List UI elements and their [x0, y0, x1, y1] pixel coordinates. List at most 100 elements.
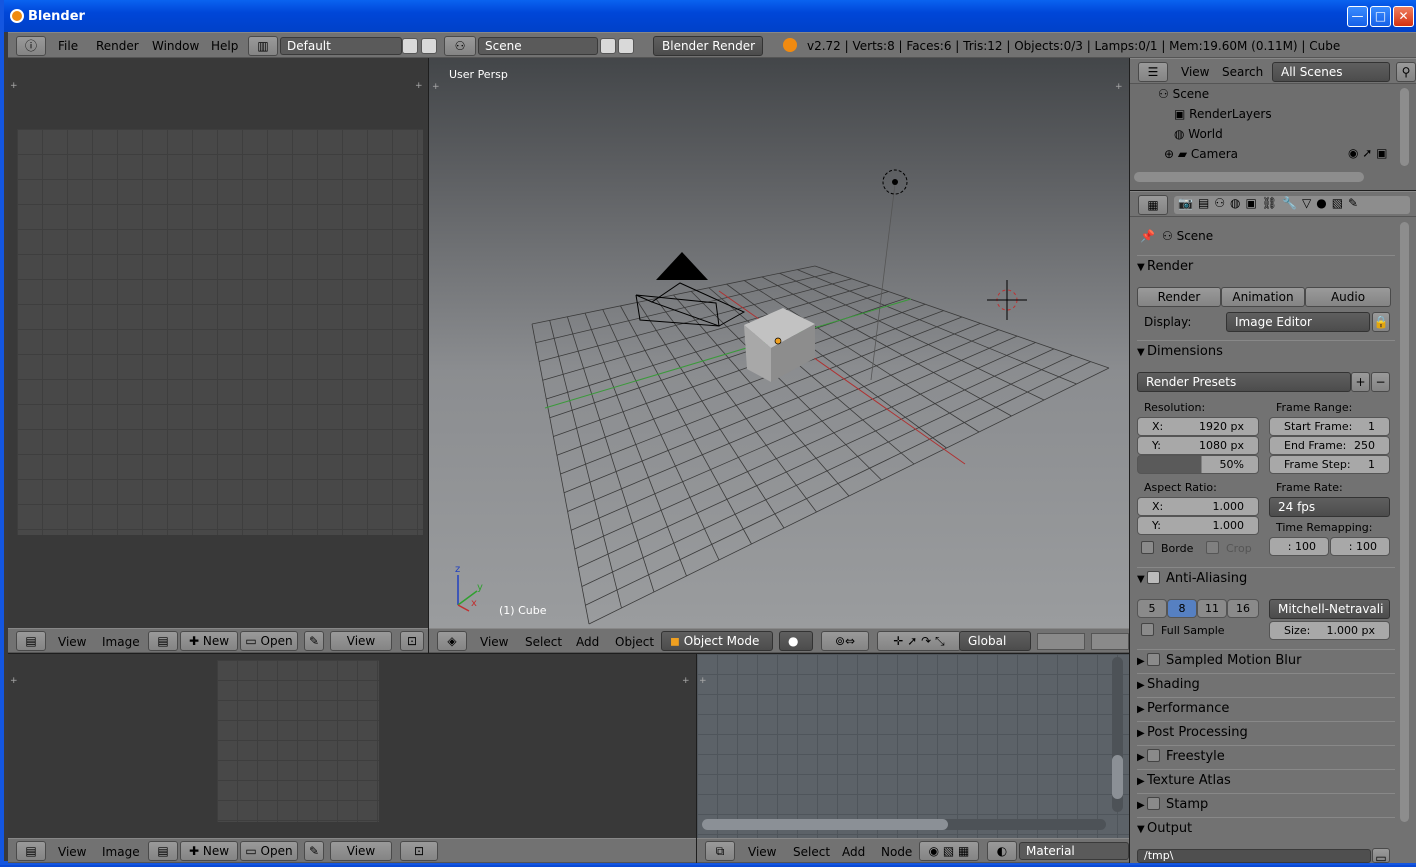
area-divider[interactable] — [696, 654, 697, 863]
layout-field[interactable]: Default — [280, 37, 402, 55]
pivot-select[interactable]: ⊚⇔ — [821, 631, 869, 651]
section-shading[interactable]: ▶ Shading — [1137, 673, 1395, 695]
outliner-item-renderlayers[interactable]: ▣ RenderLayers — [1174, 107, 1272, 121]
node-editor[interactable] — [697, 654, 1129, 838]
h-scrollbar[interactable] — [702, 819, 1106, 830]
open-image-button[interactable]: ▭ Open — [240, 631, 298, 651]
shading-select[interactable]: ● — [779, 631, 813, 651]
area-split-icon[interactable]: + — [415, 82, 424, 91]
open-image-button[interactable]: ▭ Open — [240, 841, 298, 861]
aa-checkbox[interactable] — [1147, 571, 1160, 584]
border-checkbox[interactable] — [1141, 541, 1154, 554]
properties-scrollbar[interactable] — [1400, 222, 1409, 822]
add-preset-icon[interactable]: + — [1351, 372, 1370, 392]
resolution-x-field[interactable]: X: 1920 px — [1137, 417, 1259, 436]
end-frame-field[interactable]: End Frame: 250 — [1269, 436, 1390, 455]
aa-8-button[interactable]: 8 — [1167, 599, 1197, 618]
image-browse-icon[interactable]: ▤ — [148, 631, 178, 651]
render-button[interactable]: Render — [1137, 287, 1221, 307]
pivot-icon[interactable]: ⊡ — [400, 631, 424, 651]
view-mode-select[interactable]: View — [330, 631, 392, 651]
aspect-x-field[interactable]: X: 1.000 — [1137, 497, 1259, 516]
menu-image[interactable]: Image — [102, 839, 140, 866]
area-split-icon[interactable]: + — [10, 82, 19, 91]
close-button[interactable]: ✕ — [1393, 6, 1414, 27]
crop-checkbox[interactable] — [1206, 541, 1219, 554]
3d-viewport[interactable]: User Persp (1) Cube z y x + + — [429, 58, 1129, 628]
aspect-y-field[interactable]: Y: 1.000 — [1137, 516, 1259, 535]
new-image-button[interactable]: ✚ New — [180, 631, 238, 651]
maximize-button[interactable]: □ — [1370, 6, 1391, 27]
editor-type-icon[interactable]: ▤ — [16, 631, 46, 651]
editor-type-outliner-icon[interactable]: ☰ — [1138, 62, 1168, 82]
view-mode-select[interactable]: View — [330, 841, 392, 861]
folder-icon[interactable]: ▭ — [1372, 848, 1390, 865]
minimize-button[interactable]: — — [1347, 6, 1368, 27]
layers-grid[interactable] — [1037, 633, 1085, 650]
editor-type-node-icon[interactable]: ⧉ — [705, 841, 735, 861]
remove-scene-icon[interactable] — [618, 38, 634, 54]
image-browse-icon[interactable]: ▤ — [148, 841, 178, 861]
editor-type-3d-icon[interactable]: ◈ — [437, 631, 467, 651]
section-freestyle[interactable]: ▶ Freestyle — [1137, 745, 1395, 767]
outliner-filter-select[interactable]: All Scenes — [1272, 62, 1390, 82]
pin-icon[interactable]: 📌 — [1140, 229, 1155, 243]
properties-tabs[interactable]: 📷▤⚇◍▣⛓🔧▽●▧✎ — [1174, 196, 1410, 214]
menu-view[interactable]: View — [480, 629, 508, 656]
editor-type-info-icon[interactable]: ⓘ — [16, 36, 46, 56]
menu-object[interactable]: Object — [615, 629, 654, 656]
aa-5-button[interactable]: 5 — [1137, 599, 1167, 618]
section-checkbox[interactable] — [1147, 653, 1160, 666]
v-scrollbar[interactable] — [1112, 657, 1123, 812]
area-split-icon[interactable]: + — [699, 677, 708, 686]
frame-step-field[interactable]: Frame Step: 1 — [1269, 455, 1390, 474]
section-texture-atlas[interactable]: ▶ Texture Atlas — [1137, 769, 1395, 791]
remove-layout-icon[interactable] — [421, 38, 437, 54]
menu-image[interactable]: Image — [102, 629, 140, 656]
output-path-field[interactable]: /tmp\ — [1137, 849, 1371, 863]
editor-type-icon[interactable]: ▤ — [16, 841, 46, 861]
pivot-icon[interactable]: ⊡ — [400, 841, 438, 861]
audio-button[interactable]: Audio — [1305, 287, 1391, 307]
orientation-select[interactable]: Global — [959, 631, 1031, 651]
outliner-item-camera[interactable]: ⊕ ▰ Camera — [1164, 147, 1238, 161]
aa-11-button[interactable]: 11 — [1197, 599, 1227, 618]
menu-view[interactable]: View — [58, 839, 86, 866]
visibility-eye-icon[interactable]: ◉ ➚ ▣ — [1348, 146, 1388, 160]
menu-view[interactable]: View — [58, 629, 86, 656]
area-divider[interactable] — [1130, 190, 1416, 191]
render-presets-select[interactable]: Render Presets — [1137, 372, 1351, 392]
resolution-y-field[interactable]: Y: 1080 px — [1137, 436, 1259, 455]
section-checkbox[interactable] — [1147, 749, 1160, 762]
section-post-processing[interactable]: ▶ Post Processing — [1137, 721, 1395, 743]
layers-grid[interactable] — [1091, 633, 1129, 650]
menu-search[interactable]: Search — [1222, 59, 1263, 86]
filter-size-field[interactable]: Size: 1.000 px — [1269, 621, 1390, 640]
layout-icon[interactable]: ▥ — [248, 36, 278, 56]
outliner-item-scene[interactable]: ⚇ Scene — [1158, 87, 1209, 101]
full-sample-checkbox[interactable] — [1141, 623, 1154, 636]
menu-add[interactable]: Add — [842, 839, 865, 866]
add-scene-icon[interactable] — [600, 38, 616, 54]
search-icon[interactable]: ⚲ — [1396, 62, 1416, 82]
section-anti-aliasing[interactable]: ▼ Anti-Aliasing — [1137, 567, 1395, 589]
new-image-button[interactable]: ✚ New — [180, 841, 238, 861]
menu-node[interactable]: Node — [881, 839, 912, 866]
menu-window[interactable]: Window — [152, 33, 199, 60]
area-split-icon[interactable]: + — [432, 83, 441, 92]
menu-select[interactable]: Select — [793, 839, 830, 866]
start-frame-field[interactable]: Start Frame: 1 — [1269, 417, 1390, 436]
outliner-h-scrollbar[interactable] — [1134, 172, 1364, 182]
section-stamp[interactable]: ▶ Stamp — [1137, 793, 1395, 815]
area-split-icon[interactable]: + — [10, 677, 19, 686]
section-sampled-motion-blur[interactable]: ▶ Sampled Motion Blur — [1137, 649, 1395, 671]
render-engine-select[interactable]: Blender Render — [653, 36, 763, 56]
menu-render[interactable]: Render — [96, 33, 139, 60]
section-output[interactable]: ▼ Output — [1137, 817, 1395, 839]
scene-icon[interactable]: ⚇ — [444, 36, 476, 56]
material-field[interactable]: Material — [1019, 842, 1129, 860]
pin-icon[interactable]: ✎ — [304, 841, 324, 861]
display-select[interactable]: Image Editor — [1226, 312, 1370, 332]
editor-type-properties-icon[interactable]: ▦ — [1138, 195, 1168, 215]
resolution-percent-slider[interactable]: 50% — [1137, 455, 1259, 474]
